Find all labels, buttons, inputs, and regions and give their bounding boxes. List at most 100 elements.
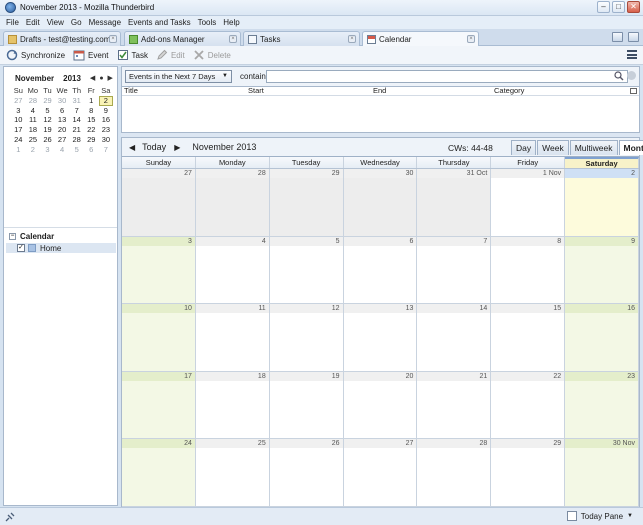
- minimize-button[interactable]: –: [597, 1, 610, 13]
- menu-message[interactable]: Message: [89, 18, 121, 27]
- day-cell[interactable]: 8: [491, 236, 566, 305]
- day-number[interactable]: 21: [417, 371, 491, 381]
- day-cell[interactable]: 16: [565, 304, 640, 372]
- calendar-visible-checkbox[interactable]: ✓: [17, 244, 25, 252]
- mini-month-day[interactable]: 1: [11, 145, 26, 155]
- day-number[interactable]: 30 Nov: [565, 439, 639, 449]
- day-cell[interactable]: 21: [417, 371, 492, 440]
- day-number[interactable]: 27: [343, 439, 417, 449]
- mini-month-day[interactable]: 7: [69, 106, 84, 116]
- mini-month-day[interactable]: 12: [40, 115, 55, 125]
- day-number[interactable]: 1 Nov: [491, 169, 565, 178]
- day-cell[interactable]: 14: [417, 304, 492, 372]
- day-cell[interactable]: 23: [565, 371, 640, 440]
- mini-month-day[interactable]: 23: [99, 125, 114, 135]
- mini-month-day[interactable]: 29: [84, 135, 99, 145]
- day-cell[interactable]: 17: [122, 371, 196, 440]
- column-picker-icon[interactable]: [630, 88, 637, 94]
- day-number[interactable]: 31 Oct: [417, 169, 491, 178]
- tasks-shortcut-icon[interactable]: [628, 32, 639, 42]
- day-number[interactable]: 7: [417, 236, 491, 246]
- mini-month-day[interactable]: 10: [11, 115, 26, 125]
- day-number[interactable]: 30: [343, 169, 417, 178]
- day-cell[interactable]: 11: [195, 304, 270, 372]
- mini-month-day[interactable]: 2: [26, 145, 41, 155]
- mini-month-day[interactable]: 30: [99, 135, 114, 145]
- mini-month-day[interactable]: 24: [11, 135, 26, 145]
- day-cell[interactable]: 20: [343, 371, 418, 440]
- menu-help[interactable]: Help: [223, 18, 239, 27]
- mini-month-day[interactable]: 27: [55, 135, 70, 145]
- day-number[interactable]: 25: [195, 439, 269, 449]
- tab-week[interactable]: Week: [537, 140, 569, 155]
- mini-month-day[interactable]: 1: [84, 96, 99, 106]
- day-number[interactable]: 23: [565, 371, 639, 381]
- mini-month-day[interactable]: 2: [98, 95, 114, 106]
- day-cell[interactable]: 5: [269, 236, 344, 305]
- app-menu-icon[interactable]: [627, 50, 637, 59]
- tab-drafts[interactable]: Drafts - test@testing.com ×: [3, 31, 121, 46]
- day-cell[interactable]: 27: [343, 439, 418, 507]
- tab-tasks[interactable]: Tasks ×: [243, 31, 360, 46]
- tab-day[interactable]: Day: [511, 140, 537, 155]
- day-number[interactable]: 28: [195, 169, 269, 178]
- mini-month-day[interactable]: 3: [40, 145, 55, 155]
- event-filter-select[interactable]: Events in the Next 7 Days ▼: [125, 70, 232, 83]
- previous-icon[interactable]: ◀: [129, 143, 135, 152]
- mini-month-day[interactable]: 7: [99, 145, 114, 155]
- mini-month-year[interactable]: 2013: [63, 74, 81, 83]
- mini-month-day[interactable]: 25: [26, 135, 41, 145]
- day-cell[interactable]: 22: [491, 371, 566, 440]
- mini-month-day[interactable]: 30: [55, 96, 70, 106]
- calendar-list-item-home[interactable]: ✓ Home: [6, 243, 116, 253]
- mini-month-day[interactable]: 31: [69, 96, 84, 106]
- mini-month-day[interactable]: 18: [26, 125, 41, 135]
- online-status-icon[interactable]: [5, 512, 15, 522]
- close-button[interactable]: ✕: [627, 1, 640, 13]
- mini-month-day[interactable]: 19: [40, 125, 55, 135]
- new-task-button[interactable]: Task: [117, 49, 148, 61]
- mini-month-day[interactable]: 14: [69, 115, 84, 125]
- mini-month-day[interactable]: 8: [84, 106, 99, 116]
- day-cell[interactable]: 3: [122, 236, 196, 305]
- day-number[interactable]: 20: [343, 371, 417, 381]
- day-number[interactable]: 4: [195, 236, 269, 246]
- mini-month-day[interactable]: 26: [40, 135, 55, 145]
- calendar-list-heading[interactable]: − Calendar: [9, 232, 54, 241]
- day-number[interactable]: 29: [269, 169, 343, 178]
- mini-month-day[interactable]: 13: [55, 115, 70, 125]
- mini-month-day[interactable]: 5: [40, 106, 55, 116]
- day-number[interactable]: 15: [491, 304, 565, 314]
- day-cell[interactable]: 28: [195, 169, 270, 237]
- day-number[interactable]: 19: [269, 371, 343, 381]
- day-number[interactable]: 16: [565, 304, 639, 314]
- menu-file[interactable]: File: [6, 18, 19, 27]
- close-tab-icon[interactable]: ×: [467, 35, 475, 43]
- mini-month-day[interactable]: 17: [11, 125, 26, 135]
- mini-month-day[interactable]: 21: [69, 125, 84, 135]
- column-title[interactable]: Title: [124, 87, 138, 95]
- day-cell[interactable]: 29: [491, 439, 566, 507]
- new-event-button[interactable]: Event: [73, 49, 109, 61]
- day-number[interactable]: 3: [122, 236, 195, 246]
- day-cell[interactable]: 30 Nov: [565, 439, 640, 507]
- day-cell[interactable]: 1 Nov: [491, 169, 566, 237]
- day-number[interactable]: 26: [269, 439, 343, 449]
- menu-go[interactable]: Go: [71, 18, 82, 27]
- day-number[interactable]: 22: [491, 371, 565, 381]
- day-number[interactable]: 2: [565, 169, 639, 178]
- mini-month-day[interactable]: 20: [55, 125, 70, 135]
- mini-month-day[interactable]: 28: [26, 96, 41, 106]
- day-number[interactable]: 17: [122, 371, 195, 381]
- mini-month-day[interactable]: 22: [84, 125, 99, 135]
- tab-multiweek[interactable]: Multiweek: [569, 140, 618, 155]
- menu-tools[interactable]: Tools: [198, 18, 217, 27]
- mini-month-day[interactable]: 11: [26, 115, 41, 125]
- day-cell[interactable]: 9: [565, 236, 640, 305]
- tab-calendar[interactable]: Calendar ×: [362, 31, 479, 47]
- maximize-button[interactable]: □: [612, 1, 625, 13]
- day-number[interactable]: 14: [417, 304, 491, 314]
- today-circle-icon[interactable]: ●: [99, 75, 103, 82]
- mini-month-day[interactable]: 6: [55, 106, 70, 116]
- day-number[interactable]: 11: [195, 304, 269, 314]
